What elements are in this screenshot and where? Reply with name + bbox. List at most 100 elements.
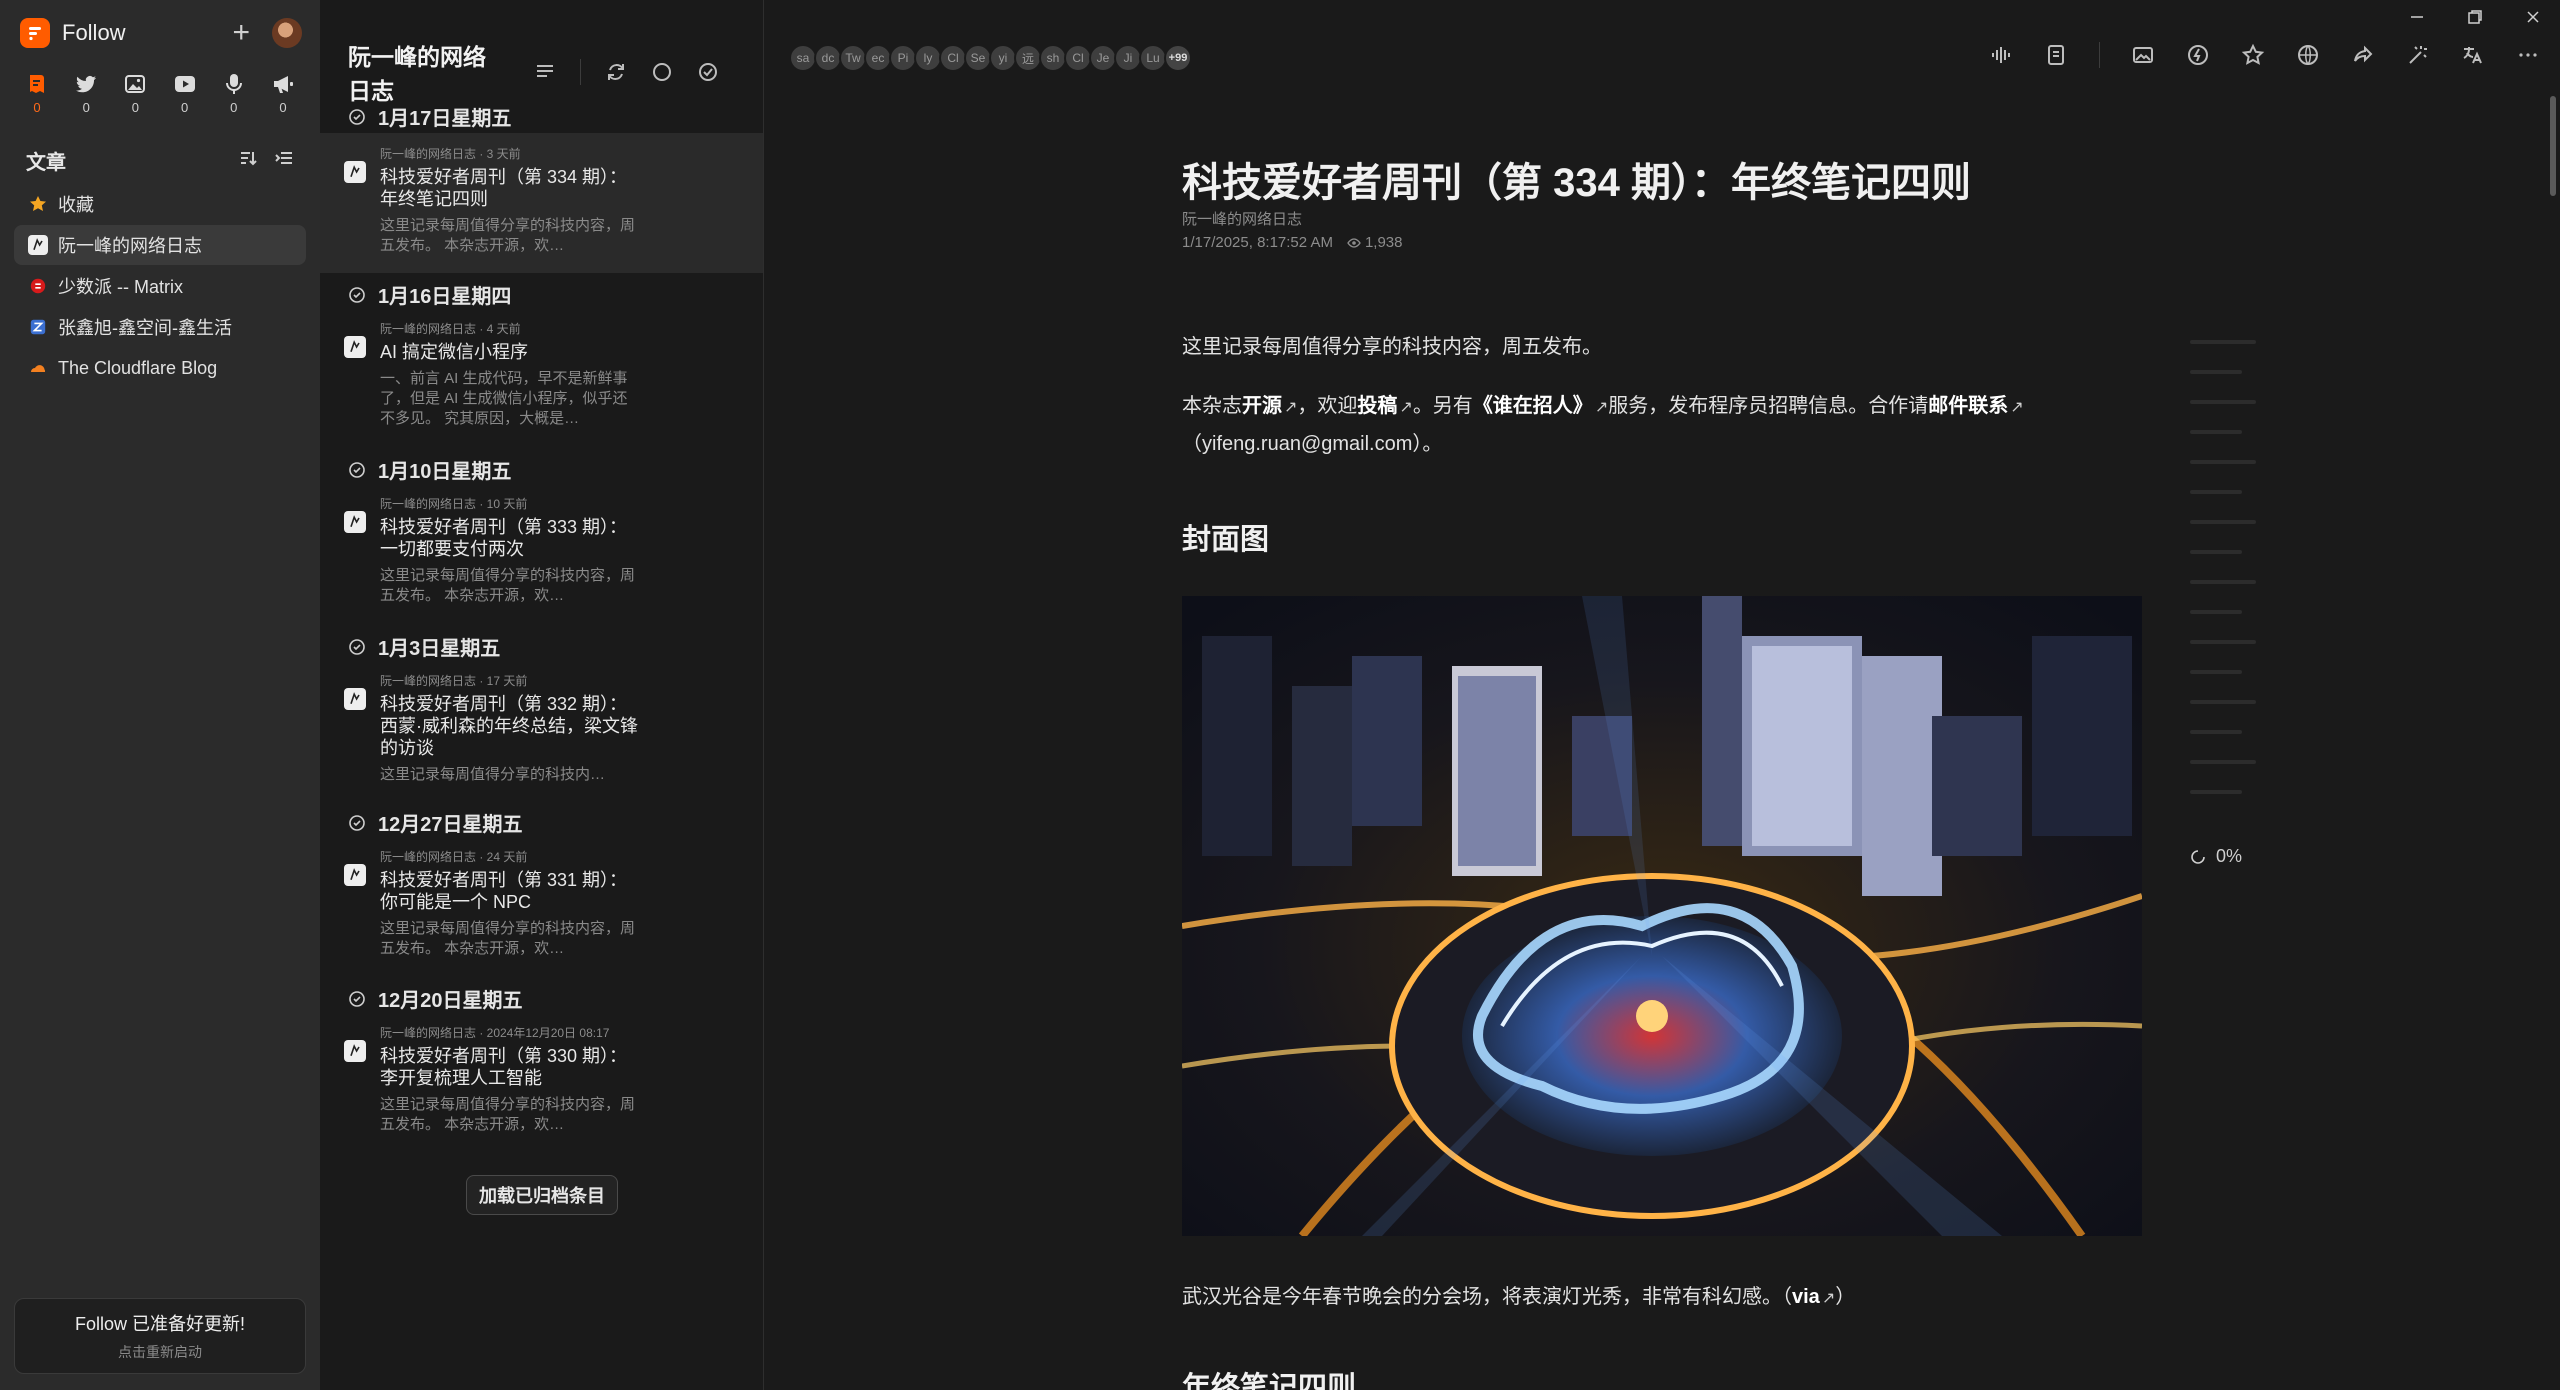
user-avatar[interactable] <box>272 18 302 48</box>
reader-avatar[interactable]: Lu <box>1139 44 1167 72</box>
feed-item-favorites[interactable]: 收藏 <box>14 184 306 224</box>
reader-avatar[interactable]: Cl <box>1064 44 1092 72</box>
toc-item[interactable] <box>2190 730 2242 734</box>
magic-icon[interactable] <box>2406 43 2430 67</box>
toc-item[interactable] <box>2190 580 2256 584</box>
entry-item[interactable]: 阮一峰的网络日志 · 24 天前 科技爱好者周刊（第 331 期）：你可能是一个… <box>320 836 763 966</box>
audio-wave-icon[interactable] <box>1989 43 2013 67</box>
view-articles[interactable]: 0 <box>20 72 54 115</box>
toc-item[interactable] <box>2190 670 2242 674</box>
update-notice[interactable]: Follow 已准备好更新! 点击重新启动 <box>14 1298 306 1374</box>
minimize-icon[interactable] <box>2408 8 2426 26</box>
toc-item[interactable] <box>2190 340 2256 344</box>
feed-avatar-icon <box>344 511 366 533</box>
feed-item-sspai[interactable]: 少数派 -- Matrix <box>14 266 306 306</box>
collapse-list-icon[interactable] <box>274 148 294 168</box>
reader-avatar[interactable]: Pi <box>889 44 917 72</box>
view-audio[interactable]: 0 <box>217 72 251 115</box>
restore-icon[interactable] <box>2466 8 2484 26</box>
mark-all-read-icon[interactable] <box>697 61 719 83</box>
view-pictures[interactable]: 0 <box>118 72 152 115</box>
feed-item-ruanyifeng[interactable]: 阮一峰的网络日志 <box>14 225 306 265</box>
text: 服务，发布程序员招聘信息。合作请 <box>1608 395 1929 417</box>
toc-item[interactable] <box>2190 430 2242 434</box>
ai-summary-icon[interactable] <box>2186 43 2210 67</box>
entry-item[interactable]: 阮一峰的网络日志 · 2024年12月20日 08:17 科技爱好者周刊（第 3… <box>320 1012 763 1142</box>
day-header[interactable]: 1月3日星期五 <box>348 632 500 661</box>
reader-avatar[interactable]: ly <box>914 44 942 72</box>
reader-avatar[interactable]: ec <box>864 44 892 72</box>
web-view-icon[interactable] <box>2296 43 2320 67</box>
entry-item[interactable]: 阮一峰的网络日志 · 10 天前 科技爱好者周刊（第 333 期）：一切都要支付… <box>320 483 763 613</box>
email-link[interactable]: 邮件联系 <box>1928 395 2008 417</box>
unread-filter-icon[interactable] <box>651 61 673 83</box>
entry-item[interactable]: 阮一峰的网络日志 · 3 天前 科技爱好者周刊（第 334 期）：年终笔记四则 … <box>320 133 763 273</box>
reader-avatar[interactable]: sh <box>1039 44 1067 72</box>
toc-item[interactable] <box>2190 400 2256 404</box>
feed-item-cloudflare[interactable]: The Cloudflare Blog <box>14 348 306 388</box>
reader-avatar[interactable]: 远 <box>1014 44 1042 72</box>
submit-link[interactable]: 投稿 <box>1357 395 1397 417</box>
load-archived-button[interactable]: 加载已归档条目 <box>466 1175 618 1215</box>
toc-item[interactable] <box>2190 460 2256 464</box>
more-icon[interactable] <box>2516 43 2540 67</box>
toc-item[interactable] <box>2190 700 2256 704</box>
day-label: 12月20日星期五 <box>378 990 523 1012</box>
reading-progress: 0% <box>2190 846 2242 867</box>
via-link[interactable]: via <box>1792 1286 1820 1308</box>
entry-item[interactable]: 阮一峰的网络日志 · 17 天前 科技爱好者周刊（第 332 期）：西蒙·威利森… <box>320 660 763 790</box>
day-header[interactable]: 1月16日星期四 <box>348 280 511 309</box>
reader-avatar[interactable]: Ji <box>1114 44 1142 72</box>
open-source-link[interactable]: 开源 <box>1242 395 1282 417</box>
share-icon[interactable] <box>2351 43 2375 67</box>
reader-avatar[interactable]: Se <box>964 44 992 72</box>
readability-icon[interactable] <box>2044 43 2068 67</box>
translate-icon[interactable] <box>2461 43 2485 67</box>
entry-item[interactable]: 阮一峰的网络日志 · 4 天前 AI 搞定微信小程序 一、前言 AI 生成代码，… <box>320 308 763 438</box>
article-source[interactable]: 阮一峰的网络日志 <box>1182 208 1302 229</box>
toc-item[interactable] <box>2190 760 2256 764</box>
app-name: Follow <box>62 20 126 45</box>
refresh-icon[interactable] <box>605 61 627 83</box>
view-social[interactable]: 0 <box>69 72 103 115</box>
reader-avatar[interactable]: Cl <box>939 44 967 72</box>
article-meta: 1/17/2025, 8:17:52 AM 1,938 <box>1182 234 1403 251</box>
day-header[interactable]: 1月10日星期五 <box>348 455 511 484</box>
more-readers-badge[interactable]: +99 <box>1164 44 1192 72</box>
close-icon[interactable] <box>2524 8 2542 26</box>
view-videos[interactable]: 0 <box>168 72 202 115</box>
image-gallery-icon[interactable] <box>2131 43 2155 67</box>
reader-avatar[interactable]: dc <box>814 44 842 72</box>
toc-item[interactable] <box>2190 550 2242 554</box>
day-header[interactable]: 12月20日星期五 <box>348 984 523 1013</box>
divider <box>2099 42 2100 68</box>
day-label: 1月16日星期四 <box>378 286 512 308</box>
sort-icon[interactable] <box>238 148 258 168</box>
reader-avatar[interactable]: Je <box>1089 44 1117 72</box>
table-of-contents <box>2190 340 2260 820</box>
day-header[interactable]: 12月27日星期五 <box>348 808 523 837</box>
reader-avatar[interactable]: sa <box>789 44 817 72</box>
reader-scrollbar[interactable] <box>2550 96 2556 196</box>
feed-item-zhangxinxu[interactable]: 张鑫旭-鑫空间-鑫生活 <box>14 307 306 347</box>
add-feed-button[interactable]: + <box>232 18 250 48</box>
list-layout-icon[interactable] <box>534 61 556 83</box>
entry-meta: 阮一峰的网络日志 · 4 天前 <box>380 322 521 336</box>
toc-item[interactable] <box>2190 370 2242 374</box>
toc-item[interactable] <box>2190 640 2256 644</box>
toc-item[interactable] <box>2190 490 2242 494</box>
toc-item[interactable] <box>2190 520 2256 524</box>
reader-avatar[interactable]: Tw <box>839 44 867 72</box>
day-header[interactable]: 1月17日星期五 <box>348 102 511 131</box>
reader-avatar[interactable]: yi <box>989 44 1017 72</box>
megaphone-icon <box>273 76 293 93</box>
day-label: 1月10日星期五 <box>378 461 512 483</box>
star-outline-icon[interactable] <box>2241 43 2265 67</box>
view-notifications[interactable]: 0 <box>266 72 300 115</box>
toc-item[interactable] <box>2190 790 2242 794</box>
toc-item[interactable] <box>2190 610 2242 614</box>
view-count: 0 <box>230 100 238 115</box>
article-title[interactable]: 科技爱好者周刊（第 334 期）：年终笔记四则 <box>1182 150 1971 208</box>
cover-image[interactable] <box>1182 596 2142 1236</box>
hiring-link[interactable]: 《谁在招人》 <box>1473 395 1593 417</box>
